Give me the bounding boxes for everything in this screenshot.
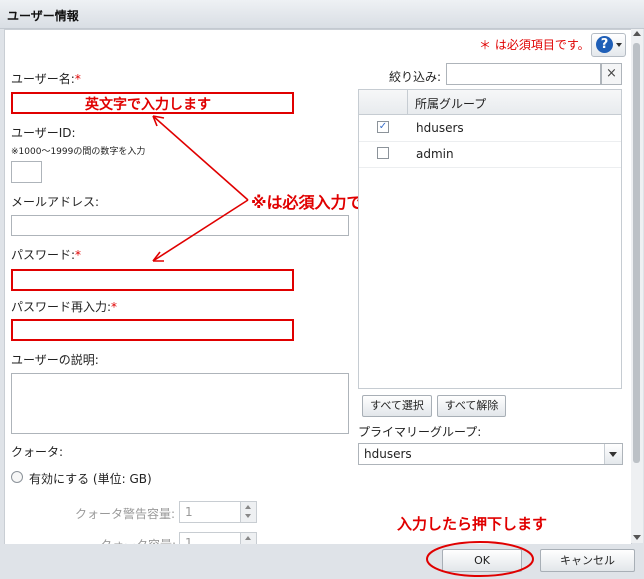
spin-down-icon (245, 514, 251, 518)
help-button[interactable]: ? (591, 33, 626, 57)
quota-warning-label: クォータ警告容量: (75, 507, 176, 521)
username-annotation: 英文字で入力します (85, 97, 211, 113)
table-row[interactable]: admin (359, 141, 621, 168)
primary-group-label: プライマリーグループ: (358, 425, 482, 439)
close-icon: × (606, 66, 617, 81)
scroll-down-icon[interactable] (633, 535, 641, 540)
userid-input[interactable] (11, 161, 42, 183)
scroll-up-icon[interactable] (633, 31, 641, 36)
group-checkbox[interactable] (377, 147, 389, 159)
username-label: ユーザー名:* (11, 72, 81, 86)
quota-enable-label: 有効にする (単位: GB) (29, 472, 152, 486)
column-header-group: 所属グループ (415, 97, 487, 111)
password-confirm-label: パスワード再入力:* (11, 300, 118, 314)
clear-filter-button[interactable]: × (601, 63, 622, 85)
ok-annotation: 入力したら押下します (397, 515, 548, 533)
group-name: admin (416, 147, 454, 161)
chevron-down-icon (609, 452, 617, 457)
spinner-buttons[interactable] (240, 502, 256, 522)
window-title: ユーザー情報 (7, 9, 79, 23)
filter-input[interactable] (446, 63, 601, 85)
password-highlight (11, 269, 294, 291)
deselect-all-button[interactable]: すべて解除 (437, 395, 506, 417)
required-note: ＊ は必須項目です。 (479, 38, 590, 52)
group-name: hdusers (416, 121, 464, 135)
password-label: パスワード:* (11, 248, 82, 262)
dialog-content: ＊ は必須項目です。 ? ユーザー名:* 英文字で入力します ユーザーID: ※… (4, 29, 632, 545)
userid-label: ユーザーID: (11, 126, 76, 140)
userid-hint: ※1000〜1999の間の数字を入力 (11, 147, 146, 157)
email-label: メールアドレス: (11, 195, 100, 209)
spin-up-icon (245, 505, 251, 509)
filter-label: 絞り込み: (389, 70, 442, 84)
select-all-button[interactable]: すべて選択 (362, 395, 432, 417)
quota-warning-value: 1 (185, 505, 193, 519)
email-input[interactable] (11, 215, 349, 236)
ok-button[interactable]: OK (442, 549, 522, 572)
chevron-down-icon (616, 43, 622, 47)
primary-group-value: hdusers (364, 447, 412, 461)
dialog-footer: OK キャンセル (0, 544, 644, 579)
table-row[interactable]: ✓ hdusers (359, 115, 621, 142)
group-table: 所属グループ ✓ hdusers admin (358, 89, 622, 389)
help-icon: ? (596, 36, 613, 53)
dropdown-button[interactable] (604, 444, 622, 464)
group-table-header: 所属グループ (359, 90, 621, 115)
cancel-button[interactable]: キャンセル (540, 549, 635, 572)
title-bar: ユーザー情報 (0, 0, 644, 29)
password-confirm-highlight (11, 319, 294, 341)
scroll-thumb[interactable] (633, 43, 640, 463)
description-textarea[interactable] (11, 373, 349, 434)
description-label: ユーザーの説明: (11, 353, 99, 367)
quota-label: クォータ: (11, 445, 64, 459)
vertical-scrollbar[interactable] (631, 29, 643, 543)
spin-up-icon (245, 536, 251, 540)
group-checkbox[interactable]: ✓ (377, 121, 389, 133)
quota-enable-radio[interactable] (11, 471, 23, 483)
quota-warning-spinner[interactable]: 1 (179, 501, 257, 523)
primary-group-select[interactable]: hdusers (358, 443, 623, 465)
